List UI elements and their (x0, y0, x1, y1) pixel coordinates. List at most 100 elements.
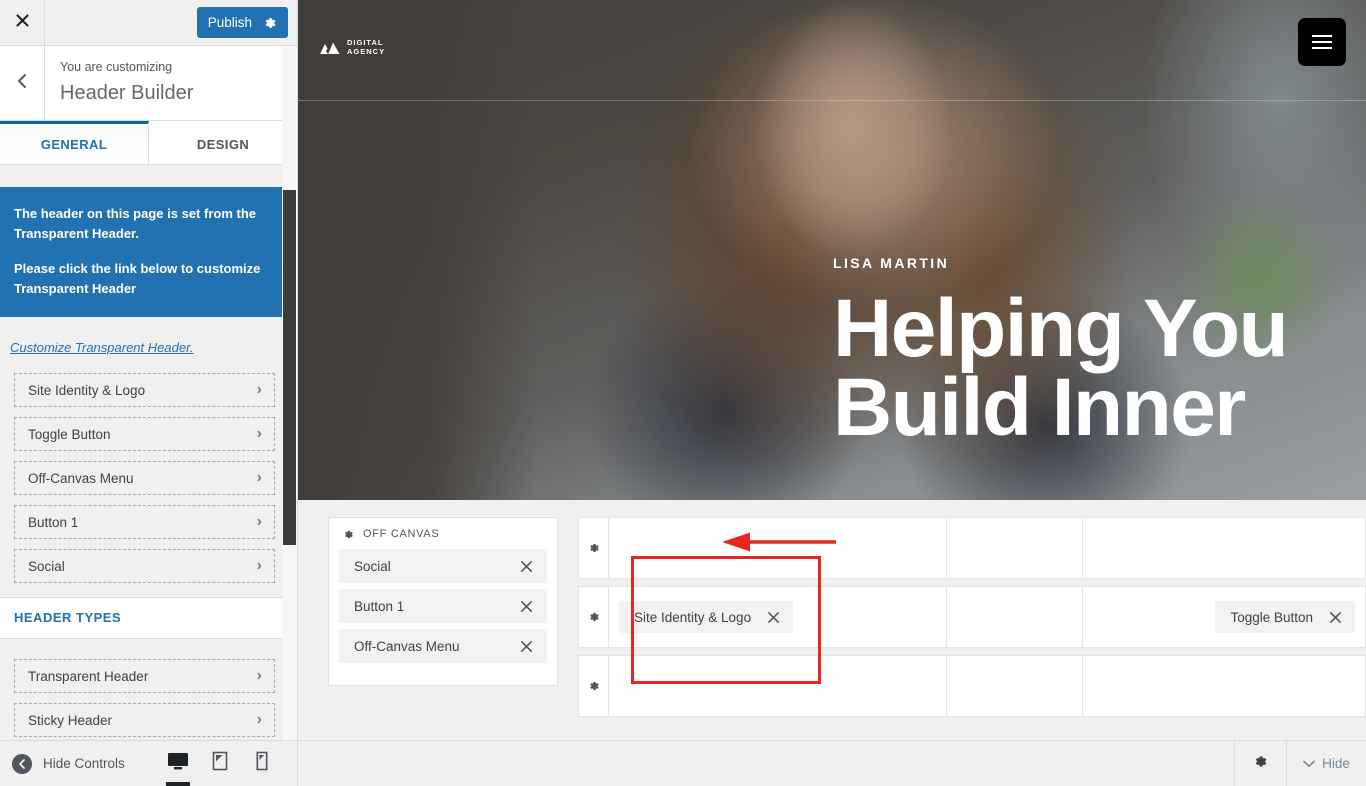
hide-builder-button[interactable]: Hide (1286, 741, 1366, 786)
row-bottom-cell-left[interactable] (609, 656, 947, 716)
row-top-cell-center[interactable] (947, 518, 1083, 578)
sidebar-item-sticky-header[interactable]: Sticky Header › (14, 703, 275, 737)
back-button[interactable] (0, 46, 45, 120)
row-settings-button[interactable] (579, 656, 609, 716)
hide-controls-label: Hide Controls (43, 756, 125, 771)
header-types-section-header: HEADER TYPES (0, 597, 297, 639)
row-settings-button[interactable] (579, 587, 609, 647)
list-item-label: Sticky Header (28, 712, 113, 728)
preview-pane: DIGITAL AGENCY LISA MARTIN Helping You B… (298, 0, 1366, 786)
off-canvas-item-social[interactable]: Social (339, 549, 547, 583)
sidebar-item-transparent-header[interactable]: Transparent Header › (14, 659, 275, 693)
tab-general[interactable]: GENERAL (0, 121, 149, 164)
builder-chip-site-identity-logo[interactable]: Site Identity & Logo (619, 601, 794, 633)
preview-footer: Hide (298, 740, 1366, 786)
tab-design[interactable]: DESIGN (149, 121, 297, 164)
row-main-cell-left[interactable]: Site Identity & Logo (609, 587, 947, 647)
sidebar-footer: Hide Controls (0, 740, 297, 786)
builder-chip-toggle-button[interactable]: Toggle Button (1215, 601, 1355, 633)
hamburger-icon[interactable] (1298, 18, 1346, 66)
off-canvas-item-button-1[interactable]: Button 1 (339, 589, 547, 623)
builder-grid: OFF CANVAS Social Button 1 Off-Canvas Me… (298, 517, 1366, 724)
close-icon[interactable] (520, 600, 533, 613)
customizer-app: Publish You are customizing Header Build… (0, 0, 1366, 786)
hide-controls-button[interactable]: Hide Controls (0, 753, 125, 774)
device-mobile-button[interactable] (241, 741, 283, 786)
hamburger-bar (1312, 47, 1332, 49)
sidebar-scroll-area: The header on this page is set from the … (0, 165, 297, 740)
hero-header-divider (298, 100, 1366, 101)
chevron-right-icon: › (256, 381, 262, 398)
sidebar-item-site-identity-logo[interactable]: Site Identity & Logo › (14, 373, 275, 407)
section-title: HEADER TYPES (14, 610, 122, 625)
list-item-label: Toggle Button (28, 426, 111, 442)
row-main-cell-right[interactable]: Toggle Button (1083, 587, 1365, 647)
close-customizer-button[interactable] (0, 0, 45, 45)
customize-transparent-header-link[interactable]: Customize Transparent Header. (10, 340, 194, 355)
list-item-label: Site Identity & Logo (28, 382, 146, 398)
row-top-cell-right[interactable] (1083, 518, 1365, 578)
off-canvas-item-off-canvas-menu[interactable]: Off-Canvas Menu (339, 629, 547, 663)
desktop-icon (167, 751, 189, 776)
chevron-right-icon: › (256, 469, 262, 486)
header-elements-list: Site Identity & Logo › Toggle Button › O… (0, 373, 297, 583)
chevron-right-icon: › (256, 557, 262, 574)
close-icon[interactable] (1329, 611, 1342, 624)
off-canvas-items: Social Button 1 Off-Canvas Menu (329, 549, 557, 663)
off-canvas-panel: OFF CANVAS Social Button 1 Off-Canvas Me… (328, 517, 558, 686)
close-icon[interactable] (520, 560, 533, 573)
chevron-right-icon: › (256, 667, 262, 684)
chip-label: Toggle Button (1230, 609, 1313, 625)
logo-line-1: DIGITAL (347, 38, 384, 47)
customize-link-wrap: Customize Transparent Header. (0, 317, 297, 373)
hide-label: Hide (1322, 756, 1350, 771)
hero-headline-line-2: Build Inner (833, 362, 1246, 453)
sidebar-item-off-canvas-menu[interactable]: Off-Canvas Menu › (14, 461, 275, 495)
close-icon[interactable] (520, 640, 533, 653)
sidebar-item-social[interactable]: Social › (14, 549, 275, 583)
hero-eyebrow: LISA MARTIN (833, 255, 950, 271)
sidebar-scrollbar-track[interactable] (282, 46, 297, 740)
header-builder-area: OFF CANVAS Social Button 1 Off-Canvas Me… (298, 500, 1366, 740)
notice-line-2: Please click the link below to customize… (14, 261, 261, 296)
row-main-cell-center[interactable] (947, 587, 1083, 647)
list-item-label: Social (28, 558, 65, 574)
close-icon[interactable] (767, 611, 780, 624)
sidebar-scrollbar-thumb[interactable] (283, 190, 296, 545)
notice-line-1: The header on this page is set from the … (14, 206, 256, 241)
page-title: Header Builder (60, 82, 194, 104)
list-item-label: Transparent Header (28, 668, 149, 684)
sidebar-tabs: GENERAL DESIGN (0, 121, 297, 165)
device-preview-buttons (157, 741, 297, 786)
preview-settings-button[interactable] (1234, 741, 1286, 786)
row-settings-button[interactable] (579, 518, 609, 578)
gear-icon[interactable] (263, 16, 277, 30)
hero-section: DIGITAL AGENCY LISA MARTIN Helping You B… (298, 0, 1366, 500)
collapse-arrow-icon (12, 753, 32, 774)
gear-icon[interactable] (343, 529, 354, 540)
gear-icon (1253, 754, 1268, 774)
list-item-label: Button 1 (28, 514, 79, 530)
sidebar-header: You are customizing Header Builder (0, 46, 297, 121)
sidebar-item-button-1[interactable]: Button 1 › (14, 505, 275, 539)
device-desktop-button[interactable] (157, 741, 199, 786)
transparent-header-notice: The header on this page is set from the … (0, 187, 297, 317)
mobile-icon (256, 751, 268, 776)
header-types-list: Transparent Header › Sticky Header › (0, 639, 297, 737)
row-bottom-cell-center[interactable] (947, 656, 1083, 716)
customizing-eyebrow: You are customizing (60, 60, 173, 74)
row-bottom-cell-right[interactable] (1083, 656, 1365, 716)
builder-rows: Site Identity & Logo Toggle Button (578, 517, 1366, 724)
hamburger-bar (1312, 41, 1332, 43)
hamburger-bar (1312, 35, 1332, 37)
chevron-right-icon: › (256, 711, 262, 728)
builder-row-main: Site Identity & Logo Toggle Button (578, 586, 1366, 648)
off-canvas-header: OFF CANVAS (329, 518, 557, 549)
sidebar-item-toggle-button[interactable]: Toggle Button › (14, 417, 275, 451)
row-top-cell-left[interactable] (609, 518, 947, 578)
chevron-down-icon (1303, 756, 1315, 771)
sidebar-content: The header on this page is set from the … (0, 187, 297, 740)
publish-button[interactable]: Publish (196, 7, 288, 38)
device-tablet-button[interactable] (199, 741, 241, 786)
site-logo[interactable]: DIGITAL AGENCY (320, 38, 385, 56)
